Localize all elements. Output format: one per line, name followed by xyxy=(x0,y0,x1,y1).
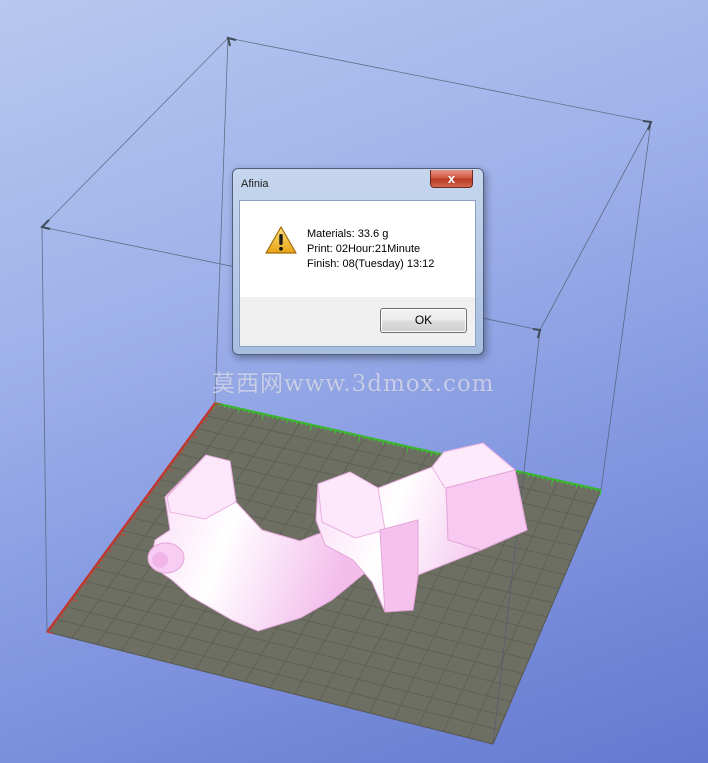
ok-button[interactable]: OK xyxy=(380,308,467,333)
message-text: Materials: 33.6 g Print: 02Hour:21Minute… xyxy=(307,227,434,272)
message-area: Materials: 33.6 g Print: 02Hour:21Minute… xyxy=(240,201,475,297)
watermark-text: 莫西网www.3dmox.com xyxy=(212,371,495,397)
finish-time-line: Finish: 08(Tuesday) 13:12 xyxy=(307,258,435,270)
warning-icon xyxy=(265,226,297,254)
close-icon: x xyxy=(447,171,456,186)
print-time-line: Print: 02Hour:21Minute xyxy=(307,243,421,255)
materials-line: Materials: 33.6 g xyxy=(307,228,389,240)
dialog-title: Afinia xyxy=(241,178,269,190)
3d-viewport[interactable]: 莫西网www.3dmox.com Afinia x Materials: 33.… xyxy=(0,0,708,763)
dialog-client-area: Materials: 33.6 g Print: 02Hour:21Minute… xyxy=(239,200,476,347)
close-button[interactable]: x xyxy=(430,170,473,188)
message-dialog: Afinia x Materials: 33.6 g Print: 02Hour… xyxy=(232,168,484,355)
